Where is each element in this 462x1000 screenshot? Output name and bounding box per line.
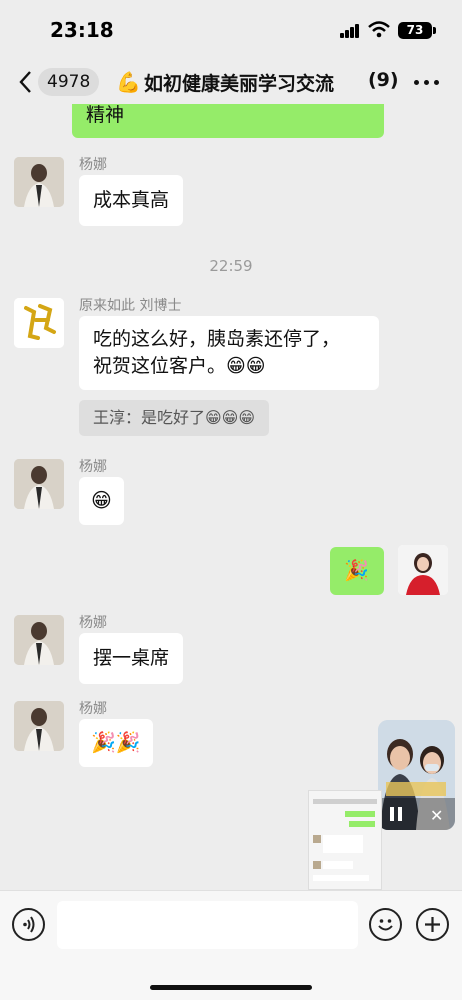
message-bubble-partial: 精神	[72, 104, 384, 138]
member-count: (9)	[368, 69, 399, 91]
emoji-button[interactable]	[369, 908, 402, 941]
message-input[interactable]	[57, 901, 358, 949]
signal-icon	[340, 24, 360, 38]
avatar[interactable]	[14, 701, 64, 751]
input-bar	[0, 890, 462, 1000]
thumbnail-preview	[309, 791, 381, 889]
video-controls: ✕	[378, 798, 455, 830]
message-bubble[interactable]: 😁	[79, 477, 124, 525]
status-time: 23:18	[50, 18, 114, 42]
voice-icon	[23, 916, 35, 933]
avatar[interactable]	[14, 615, 64, 665]
message-text: 😁	[91, 488, 112, 512]
close-icon[interactable]: ✕	[430, 806, 443, 825]
plus-icon	[425, 917, 440, 932]
sender-name: 杨娜	[79, 157, 107, 173]
message-text: 🎉🎉	[91, 730, 141, 754]
message-text: 成本真高	[93, 189, 170, 211]
self-avatar[interactable]	[398, 545, 448, 595]
sender-name: 杨娜	[79, 701, 107, 717]
voice-button[interactable]	[12, 908, 45, 941]
floating-video-window[interactable]: ✕	[378, 720, 455, 830]
back-icon[interactable]	[18, 70, 32, 94]
smiley-icon	[378, 919, 393, 931]
sender-name: 杨娜	[79, 615, 107, 631]
more-icon[interactable]	[414, 80, 440, 86]
wifi-icon	[368, 21, 390, 38]
message-bubble[interactable]: 🎉🎉	[79, 719, 153, 767]
message-text: 摆一桌席	[93, 647, 170, 669]
message-bubble[interactable]: 吃的这么好，胰岛素还停了， 祝贺这位客户。😁😁	[79, 316, 379, 390]
unread-badge[interactable]: 4978	[38, 68, 100, 96]
message-text: 🎉	[344, 558, 369, 582]
battery-icon: 73	[398, 22, 436, 39]
screenshot-thumbnail[interactable]	[308, 790, 382, 890]
timestamp: 22:59	[209, 257, 253, 275]
avatar[interactable]	[14, 298, 64, 348]
chat-title[interactable]: 如初健康美丽学习交流	[144, 69, 366, 96]
pause-icon[interactable]	[390, 807, 402, 821]
message-text-line: 吃的这么好，胰岛素还停了，	[93, 328, 341, 350]
message-text: 精神	[86, 104, 125, 126]
sender-name: 杨娜	[79, 459, 107, 475]
chat-header: 4978 💪 如初健康美丽学习交流 (9)	[0, 58, 462, 106]
flexed-biceps-icon: 💪	[116, 70, 141, 94]
avatar[interactable]	[14, 459, 64, 509]
message-text-line: 祝贺这位客户。😁😁	[93, 355, 266, 377]
message-bubble-self[interactable]: 🎉	[330, 547, 384, 595]
quoted-message[interactable]: 王淳：是吃好了😁😁😁	[79, 400, 270, 436]
avatar[interactable]	[14, 157, 64, 207]
message-bubble[interactable]: 成本真高	[79, 175, 184, 226]
status-bar: 23:18 73	[0, 0, 462, 58]
home-indicator	[150, 985, 312, 990]
sender-name: 原来如此 刘博士	[79, 298, 182, 314]
message-bubble[interactable]: 摆一桌席	[79, 633, 184, 684]
plus-button[interactable]	[416, 908, 449, 941]
